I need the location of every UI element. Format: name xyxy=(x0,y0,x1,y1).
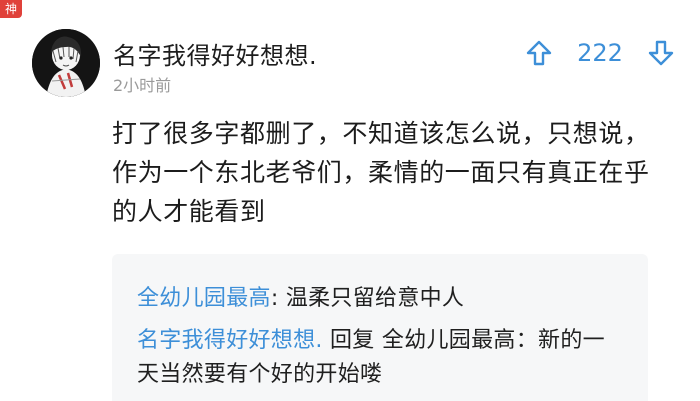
comment-username[interactable]: 名字我得好好想想. xyxy=(113,36,317,71)
reply-item: 全幼儿园最高: 温柔只留给意中人 xyxy=(137,282,617,316)
hot-badge: 神 xyxy=(0,0,22,18)
avatar[interactable] xyxy=(32,29,100,97)
reply-word: 回复 xyxy=(322,328,382,353)
comment-text: 打了很多字都删了，不知道该怎么说，只想说，作为一个东北老爷们，柔情的一面只有真正… xyxy=(112,119,650,226)
reply-author[interactable]: 全幼儿园最高 xyxy=(137,286,271,311)
comment-timestamp: 2小时前 xyxy=(113,76,172,95)
reply-item: 名字我得好好想想. 回复 全幼儿园最高：新的一天当然要有个好的开始喽 xyxy=(137,324,617,392)
reply-target[interactable]: 全幼儿园最高 xyxy=(382,328,516,353)
reply-separator: : xyxy=(270,286,286,311)
reply-thread: 全幼儿园最高: 温柔只留给意中人 名字我得好好想想. 回复 全幼儿园最高：新的一… xyxy=(112,254,648,401)
upvote-button[interactable] xyxy=(524,38,554,68)
arrow-up-icon xyxy=(526,40,552,66)
reply-separator: ： xyxy=(515,328,539,353)
reply-text: 温柔只留给意中人 xyxy=(285,286,465,311)
arrow-down-icon xyxy=(648,40,674,66)
reply-author[interactable]: 名字我得好好想想. xyxy=(137,328,323,353)
vote-count: 222 xyxy=(577,39,623,67)
comment-screen: 神 名字我得好好想想. 2小时前 222 打了很多字都删了，不知道该怎么说，只想… xyxy=(0,0,700,401)
downvote-button[interactable] xyxy=(646,38,676,68)
avatar-portrait-icon xyxy=(32,29,100,97)
